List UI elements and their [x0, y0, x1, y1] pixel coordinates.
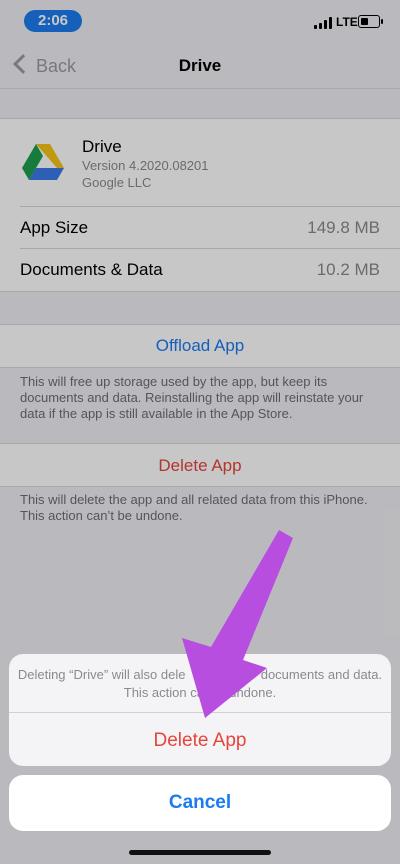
message-text: undone. — [229, 685, 277, 700]
message-text: This action ca — [123, 685, 204, 700]
cancel-label: Cancel — [168, 792, 232, 813]
home-indicator[interactable] — [129, 850, 271, 855]
message-text: Deleting “Drive” will also dele — [17, 667, 186, 682]
cancel-button[interactable]: Cancel — [9, 775, 391, 831]
message-text: documents and data. — [260, 667, 383, 682]
divider — [9, 712, 391, 713]
action-sheet-message: Deleting “Drive” will also dele document… — [9, 666, 391, 702]
action-sheet: Deleting “Drive” will also dele document… — [9, 654, 391, 766]
confirm-delete-app-button[interactable]: Delete App — [9, 730, 391, 752]
